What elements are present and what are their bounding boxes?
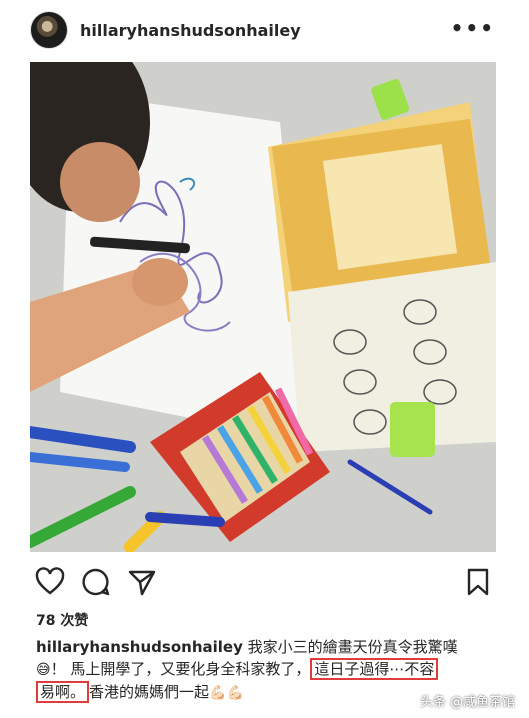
avatar[interactable]	[30, 11, 68, 49]
post-photo[interactable]	[30, 62, 496, 552]
more-options-icon[interactable]: •••	[451, 16, 495, 40]
caption-text: ！ 馬上開學了，又要化身全科家教了，	[50, 660, 311, 678]
photo-illustration	[30, 62, 496, 552]
caption-username[interactable]: hillaryhanshudsonhailey	[36, 638, 243, 656]
highlighted-text: 這日子過得⋯不容	[310, 658, 439, 680]
caption-text: 香港的媽媽們一起	[89, 683, 210, 701]
bookmark-icon[interactable]	[462, 566, 494, 598]
highlighted-text: 易啊。	[36, 681, 90, 703]
caption-text: 我家小三的繪畫天份真令我驚嘆	[242, 638, 458, 656]
heart-icon[interactable]	[34, 566, 66, 598]
likes-count[interactable]: 78 次赞	[36, 610, 88, 630]
post-actions-bar	[0, 562, 529, 602]
watermark: 头条 @咸鱼茶馆	[419, 695, 515, 710]
sweat-smile-emoji: 😅	[36, 662, 51, 678]
post-header: hillaryhanshudsonhailey •••	[0, 0, 529, 60]
send-icon[interactable]	[126, 566, 158, 598]
comment-icon[interactable]	[80, 566, 112, 598]
post-username[interactable]: hillaryhanshudsonhailey	[80, 21, 301, 40]
flexed-biceps-emoji: 💪🏻💪🏻	[209, 685, 244, 701]
